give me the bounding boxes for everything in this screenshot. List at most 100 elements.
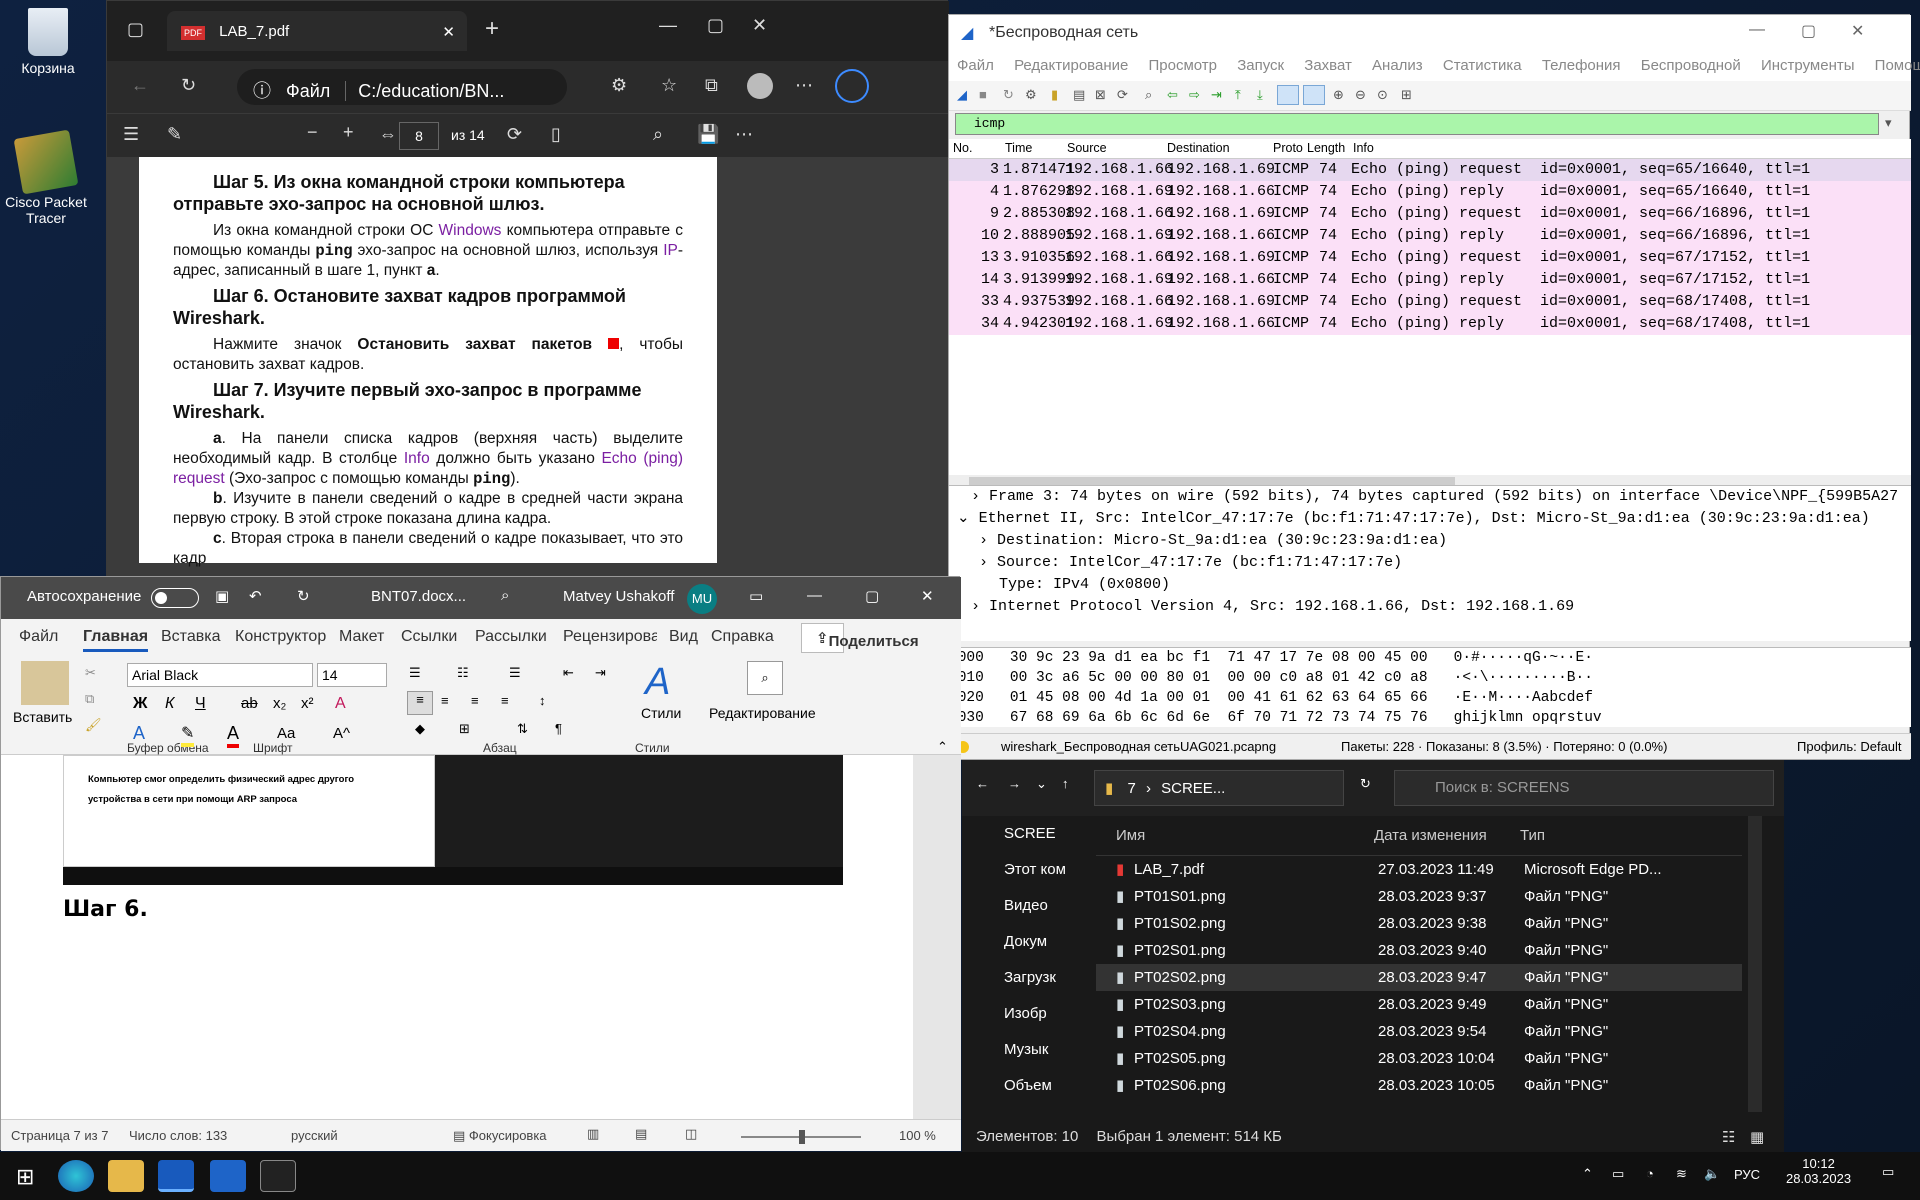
go-forward-icon[interactable]: ⇨ bbox=[1189, 87, 1200, 103]
paste-button[interactable]: Вставить bbox=[13, 709, 72, 725]
word-minimize-icon[interactable]: — bbox=[807, 587, 822, 604]
menu-statistics[interactable]: Статистика bbox=[1443, 57, 1522, 74]
sidebar-item[interactable]: SCREE bbox=[962, 816, 1092, 852]
menu-telephony[interactable]: Телефония bbox=[1542, 57, 1621, 74]
search-icon[interactable]: ⌕ bbox=[653, 124, 663, 145]
word-taskbar-icon[interactable] bbox=[158, 1160, 194, 1192]
menu-file[interactable]: Файл bbox=[957, 57, 994, 74]
start-capture-icon[interactable]: ◢ bbox=[957, 87, 967, 103]
capture-options-icon[interactable]: ⚙ bbox=[1025, 87, 1037, 103]
file-row[interactable]: ▮ PT02S01.png 28.03.2023 9:40 Файл "PNG" bbox=[1096, 937, 1742, 964]
zoom-out-packet-icon[interactable]: ⊖ bbox=[1355, 87, 1366, 103]
packet-row[interactable]: 14 3.913999 192.168.1.69 192.168.1.66 ICMP 74… bbox=[949, 269, 1911, 291]
sidebar-item[interactable]: Загрузк bbox=[962, 960, 1092, 996]
open-file-icon[interactable]: ▮ bbox=[1051, 87, 1058, 103]
detail-type[interactable]: Type: IPv4 (0x0800) bbox=[949, 574, 1911, 596]
tab-help[interactable]: Справка bbox=[711, 628, 774, 646]
undo-icon[interactable]: ↶ bbox=[249, 587, 262, 605]
packet-row[interactable]: 4 1.876298 192.168.1.69 192.168.1.66 ICMP 74 E… bbox=[949, 181, 1911, 203]
minimize-icon[interactable]: — bbox=[659, 15, 677, 36]
sort-icon[interactable]: ⇅ bbox=[517, 721, 528, 737]
highlight-icon[interactable]: ✎ bbox=[181, 723, 195, 747]
nav-back-icon[interactable]: ← bbox=[976, 776, 989, 791]
back-icon[interactable]: ← bbox=[131, 75, 149, 96]
packet-row[interactable]: 9 2.885308 192.168.1.66 192.168.1.69 ICMP 74 E… bbox=[949, 203, 1911, 225]
explorer-search[interactable]: Поиск в: SCREENS bbox=[1394, 770, 1774, 806]
page-view-icon[interactable]: ▯ bbox=[551, 124, 561, 145]
edge-tab[interactable]: PDF LAB_7.pdf ✕ bbox=[167, 11, 467, 51]
reload-file-icon[interactable]: ⟳ bbox=[1117, 87, 1128, 103]
breadcrumb[interactable]: ▮ 7 › SCREE... bbox=[1094, 770, 1344, 806]
tab-design[interactable]: Конструктор bbox=[235, 628, 327, 646]
pilcrow-icon[interactable]: ¶ bbox=[555, 721, 562, 736]
menu-go[interactable]: Запуск bbox=[1237, 57, 1284, 74]
detail-destination[interactable]: › Destination: Micro-St_9a:d1:ea (30:9c:… bbox=[949, 530, 1911, 552]
col-protocol[interactable]: Protocol bbox=[1273, 141, 1303, 155]
format-painter-icon[interactable]: 🖌 bbox=[85, 717, 102, 733]
tray-chevron-icon[interactable]: ⌃ bbox=[1582, 1166, 1593, 1182]
colorize-icon[interactable] bbox=[1303, 85, 1325, 105]
word-close-icon[interactable]: ✕ bbox=[921, 587, 934, 605]
styles-icon[interactable]: A bbox=[645, 661, 670, 704]
last-packet-icon[interactable]: ⤓ bbox=[1257, 87, 1263, 103]
status-language[interactable]: русский bbox=[291, 1128, 338, 1143]
go-to-packet-icon[interactable]: ⇥ bbox=[1211, 87, 1222, 103]
user-avatar[interactable]: MU bbox=[687, 584, 717, 614]
battery-icon[interactable]: ▭ bbox=[1612, 1166, 1624, 1182]
bold-icon[interactable]: Ж bbox=[133, 695, 147, 713]
file-row[interactable]: ▮ PT02S04.png 28.03.2023 9:54 Файл "PNG" bbox=[1096, 1018, 1742, 1045]
tab-home[interactable]: Главная bbox=[83, 628, 149, 652]
close-file-icon[interactable]: ⊠ bbox=[1095, 87, 1106, 103]
zoom-level[interactable]: 100 % bbox=[899, 1128, 936, 1143]
save-file-icon[interactable]: ▤ bbox=[1073, 87, 1085, 103]
paste-icon[interactable] bbox=[21, 661, 69, 705]
packet-row[interactable]: 3 1.871471 192.168.1.66 192.168.1.69 ICMP 74 E… bbox=[949, 159, 1911, 181]
rotate-icon[interactable]: ⟳ bbox=[507, 124, 522, 145]
nav-up-icon[interactable]: ↑ bbox=[1062, 776, 1069, 791]
pdf-more-icon[interactable]: ⋯ bbox=[735, 124, 753, 145]
zoom-slider[interactable] bbox=[741, 1130, 861, 1144]
wifi-icon[interactable]: ≋ bbox=[1676, 1166, 1687, 1182]
col-no[interactable]: No. bbox=[953, 141, 972, 155]
ws-minimize-icon[interactable]: — bbox=[1749, 21, 1765, 39]
find-packet-icon[interactable]: ⌕ bbox=[1145, 87, 1152, 103]
start-icon[interactable]: ⊞ bbox=[16, 1164, 34, 1190]
details-view-icon[interactable]: ☷ bbox=[1722, 1128, 1735, 1146]
increase-indent-icon[interactable]: ⇥ bbox=[595, 665, 606, 681]
url-field[interactable]: ⓘ Файл C:/education/BN... bbox=[237, 69, 567, 105]
packet-row[interactable]: 13 3.910356 192.168.1.66 192.168.1.69 ICMP 74… bbox=[949, 247, 1911, 269]
tab-mailings[interactable]: Рассылки bbox=[475, 628, 547, 646]
recycle-bin-icon[interactable]: Корзина bbox=[0, 8, 96, 76]
numbering-icon[interactable]: ☷ bbox=[457, 665, 469, 681]
display-filter-input[interactable]: icmp bbox=[955, 113, 1879, 135]
copy-icon[interactable]: ⧉ bbox=[85, 691, 94, 707]
nav-recent-icon[interactable]: ⌄ bbox=[1036, 776, 1047, 792]
grow-font-icon[interactable]: A^ bbox=[333, 725, 350, 742]
col-type[interactable]: Тип bbox=[1520, 816, 1545, 856]
tiles-view-icon[interactable]: ▦ bbox=[1750, 1128, 1764, 1146]
packet-row[interactable]: 10 2.888905 192.168.1.69 192.168.1.66 ICMP 74… bbox=[949, 225, 1911, 247]
bing-icon[interactable] bbox=[835, 69, 869, 103]
file-row[interactable]: ▮ PT02S03.png 28.03.2023 9:49 Файл "PNG" bbox=[1096, 991, 1742, 1018]
print-layout-icon[interactable]: ▤ bbox=[635, 1126, 647, 1142]
favorites-icon[interactable]: ☆ bbox=[661, 75, 677, 96]
close-icon[interactable]: ✕ bbox=[752, 15, 767, 36]
maximize-icon[interactable]: ▢ bbox=[707, 15, 724, 36]
terminal-taskbar-icon[interactable] bbox=[260, 1160, 296, 1192]
packet-row[interactable]: 33 4.937539 192.168.1.66 192.168.1.69 ICMP 74… bbox=[949, 291, 1911, 313]
zoom-in-packet-icon[interactable]: ⊕ bbox=[1333, 87, 1344, 103]
sidebar-item[interactable]: Музык bbox=[962, 1032, 1092, 1068]
zoom-in-icon[interactable]: + bbox=[343, 122, 354, 143]
contents-icon[interactable]: ☰ bbox=[123, 124, 139, 145]
status-profile[interactable]: Профиль: Default bbox=[1797, 739, 1902, 754]
decrease-indent-icon[interactable]: ⇤ bbox=[563, 665, 574, 681]
network-icon[interactable]: ◔ bbox=[1646, 1166, 1654, 1181]
multilevel-icon[interactable]: ☰ bbox=[509, 665, 521, 681]
collapse-ribbon-icon[interactable]: ⌃ bbox=[937, 739, 948, 755]
notifications-icon[interactable]: ▭ bbox=[1882, 1164, 1894, 1180]
tab-references[interactable]: Ссылки bbox=[401, 628, 457, 646]
autoscroll-icon[interactable] bbox=[1277, 85, 1299, 105]
ws-maximize-icon[interactable]: ▢ bbox=[1801, 21, 1816, 41]
go-back-icon[interactable]: ⇦ bbox=[1167, 87, 1178, 103]
tab-file[interactable]: Файл bbox=[19, 628, 58, 646]
